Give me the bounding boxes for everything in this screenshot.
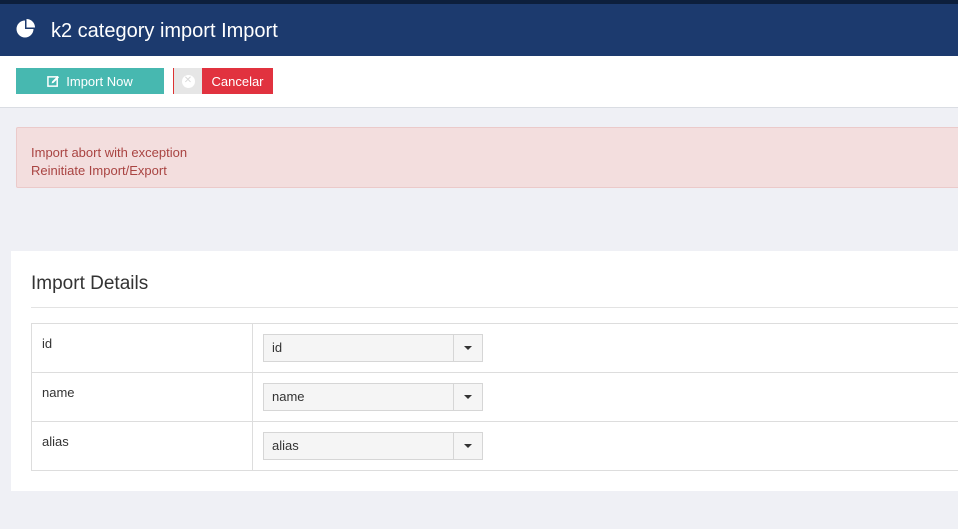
chevron-down-icon[interactable] [453,384,482,410]
field-name: id [31,323,253,373]
edit-icon [47,75,60,87]
select-value: id [272,340,283,355]
field-name: alias [31,421,253,471]
field-select[interactable]: alias [263,432,483,460]
select-value: alias [272,438,299,453]
chevron-down-icon[interactable] [453,433,482,459]
select-value: name [272,389,305,404]
field-mapping-table: id id name name alias alias [31,323,958,471]
cancel-button-group: ✕ Cancelar [173,68,273,94]
panel-title: Import Details [31,273,149,294]
error-alert: Import abort with exception Reinitiate I… [16,127,958,188]
field-name: name [31,372,253,422]
import-details-panel: Import Details id id name name alias ali… [11,251,958,491]
page-header: k2 category import Import [0,4,958,56]
divider [31,307,958,308]
pie-chart-icon [16,19,35,38]
page-title: k2 category import Import [51,20,278,42]
table-row: alias alias [31,421,958,471]
table-row: name name [31,372,958,422]
field-select[interactable]: id [263,334,483,362]
cancel-icon-box[interactable]: ✕ [173,68,202,94]
import-now-button[interactable]: Import Now [16,68,164,94]
table-row: id id [31,323,958,373]
alert-message: Import abort with exception [31,145,188,160]
chevron-down-icon[interactable] [453,335,482,361]
import-now-label: Import Now [66,73,133,89]
field-select[interactable]: name [263,383,483,411]
toolbar: Import Now ✕ Cancelar [0,56,958,108]
cancel-button[interactable]: Cancelar [202,68,273,94]
alert-hint: Reinitiate Import/Export [31,163,167,178]
close-circle-icon: ✕ [181,74,195,88]
